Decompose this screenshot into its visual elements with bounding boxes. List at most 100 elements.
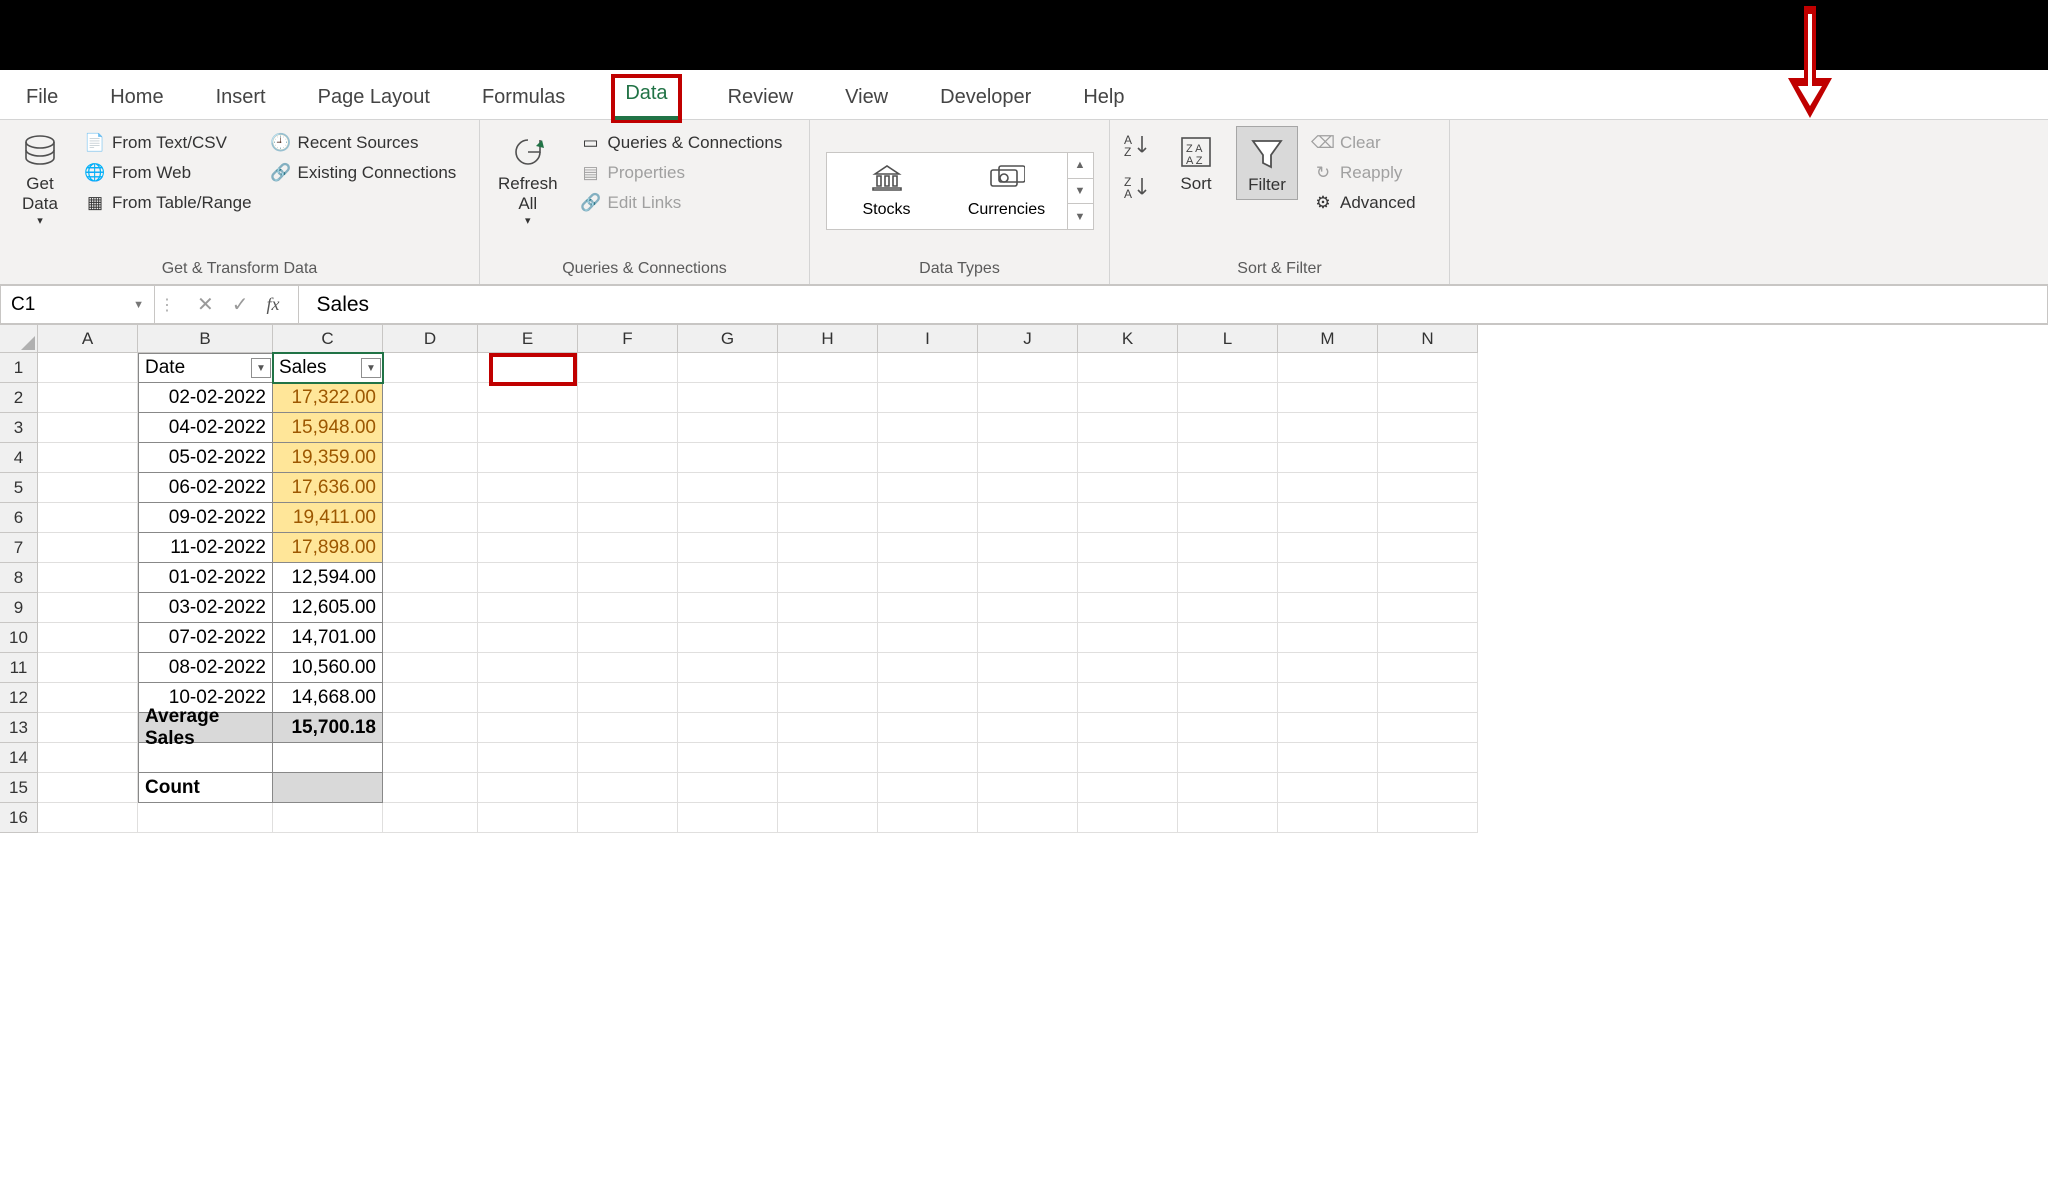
cell[interactable] (1278, 383, 1378, 413)
from-text-csv-button[interactable]: 📄From Text/CSV (80, 130, 256, 156)
refresh-all-button[interactable]: Refresh All ▾ (490, 126, 566, 231)
row-header[interactable]: 8 (0, 563, 38, 593)
row-header[interactable]: 3 (0, 413, 38, 443)
cell[interactable] (678, 383, 778, 413)
cell[interactable] (878, 743, 978, 773)
cell[interactable] (478, 653, 578, 683)
cell[interactable] (1378, 383, 1478, 413)
cell[interactable] (38, 443, 138, 473)
cell[interactable] (383, 683, 478, 713)
cell-sales[interactable]: 14,701.00 (273, 623, 383, 653)
cell[interactable] (978, 743, 1078, 773)
cell[interactable] (878, 473, 978, 503)
cell[interactable] (878, 443, 978, 473)
cell[interactable] (478, 473, 578, 503)
cell[interactable] (878, 683, 978, 713)
cell[interactable] (478, 383, 578, 413)
cell[interactable] (1278, 683, 1378, 713)
cell[interactable] (478, 563, 578, 593)
cell-count-value[interactable] (273, 773, 383, 803)
cell[interactable] (1378, 683, 1478, 713)
cell[interactable] (578, 773, 678, 803)
gallery-down-button[interactable]: ▼ (1068, 179, 1093, 205)
cell[interactable] (138, 743, 273, 773)
cell[interactable] (1178, 413, 1278, 443)
cell[interactable] (578, 683, 678, 713)
cell[interactable] (1378, 473, 1478, 503)
cell-sales[interactable]: 12,605.00 (273, 593, 383, 623)
cell[interactable] (1178, 383, 1278, 413)
cell[interactable] (878, 803, 978, 833)
header-date[interactable]: Date▼ (138, 353, 273, 383)
cell-date[interactable]: 06-02-2022 (138, 473, 273, 503)
cell[interactable] (38, 383, 138, 413)
cell[interactable] (383, 563, 478, 593)
column-header-h[interactable]: H (778, 325, 878, 353)
cell[interactable] (778, 413, 878, 443)
filter-dropdown-date[interactable]: ▼ (251, 358, 271, 378)
select-all-button[interactable] (0, 325, 38, 353)
gallery-up-button[interactable]: ▲ (1068, 153, 1093, 179)
cell[interactable] (383, 713, 478, 743)
cell[interactable] (578, 413, 678, 443)
column-header-n[interactable]: N (1378, 325, 1478, 353)
cell[interactable] (978, 593, 1078, 623)
cell[interactable] (578, 563, 678, 593)
cell[interactable] (978, 383, 1078, 413)
tab-file[interactable]: File (20, 78, 64, 119)
cell[interactable] (778, 713, 878, 743)
row-header[interactable]: 6 (0, 503, 38, 533)
cell[interactable] (38, 683, 138, 713)
sort-asc-button[interactable]: AZ (1124, 132, 1152, 160)
cell[interactable] (1278, 653, 1378, 683)
tab-view[interactable]: View (839, 78, 894, 119)
row-header[interactable]: 9 (0, 593, 38, 623)
cell[interactable] (1278, 503, 1378, 533)
cell[interactable] (1078, 653, 1178, 683)
cell-date[interactable]: 01-02-2022 (138, 563, 273, 593)
cell[interactable] (38, 713, 138, 743)
cell[interactable] (478, 773, 578, 803)
cell[interactable] (383, 473, 478, 503)
row-header[interactable]: 14 (0, 743, 38, 773)
cell[interactable] (1378, 563, 1478, 593)
cell[interactable] (1178, 353, 1278, 383)
cell[interactable] (978, 503, 1078, 533)
cell[interactable] (778, 743, 878, 773)
cell[interactable] (878, 773, 978, 803)
cell[interactable] (1178, 683, 1278, 713)
name-box[interactable]: C1 ▼ (0, 285, 155, 324)
cell[interactable] (478, 443, 578, 473)
row-header[interactable]: 4 (0, 443, 38, 473)
cell[interactable] (678, 743, 778, 773)
cell[interactable] (1078, 593, 1178, 623)
cell[interactable] (678, 683, 778, 713)
filter-button[interactable]: Filter (1236, 126, 1298, 200)
cell[interactable] (383, 443, 478, 473)
cell[interactable] (778, 443, 878, 473)
cell[interactable] (1078, 683, 1178, 713)
cell[interactable] (1178, 803, 1278, 833)
cell[interactable] (878, 653, 978, 683)
cell[interactable] (1378, 443, 1478, 473)
cell[interactable] (578, 353, 678, 383)
advanced-filter-button[interactable]: ⚙Advanced (1308, 190, 1420, 216)
tab-home[interactable]: Home (104, 78, 169, 119)
cell[interactable] (478, 353, 578, 383)
tab-page-layout[interactable]: Page Layout (312, 78, 436, 119)
cell[interactable] (38, 503, 138, 533)
cell[interactable] (778, 653, 878, 683)
cell[interactable] (1278, 803, 1378, 833)
cell[interactable] (578, 743, 678, 773)
column-header-g[interactable]: G (678, 325, 778, 353)
cell[interactable] (1078, 443, 1178, 473)
cell[interactable] (383, 593, 478, 623)
stocks-type-button[interactable]: Stocks (827, 153, 947, 229)
cell[interactable] (138, 803, 273, 833)
tab-help[interactable]: Help (1077, 78, 1130, 119)
cell[interactable] (978, 683, 1078, 713)
cell[interactable] (1378, 593, 1478, 623)
cell-sales[interactable]: 19,359.00 (273, 443, 383, 473)
fx-icon[interactable]: fx (267, 294, 280, 315)
cell[interactable] (978, 533, 1078, 563)
